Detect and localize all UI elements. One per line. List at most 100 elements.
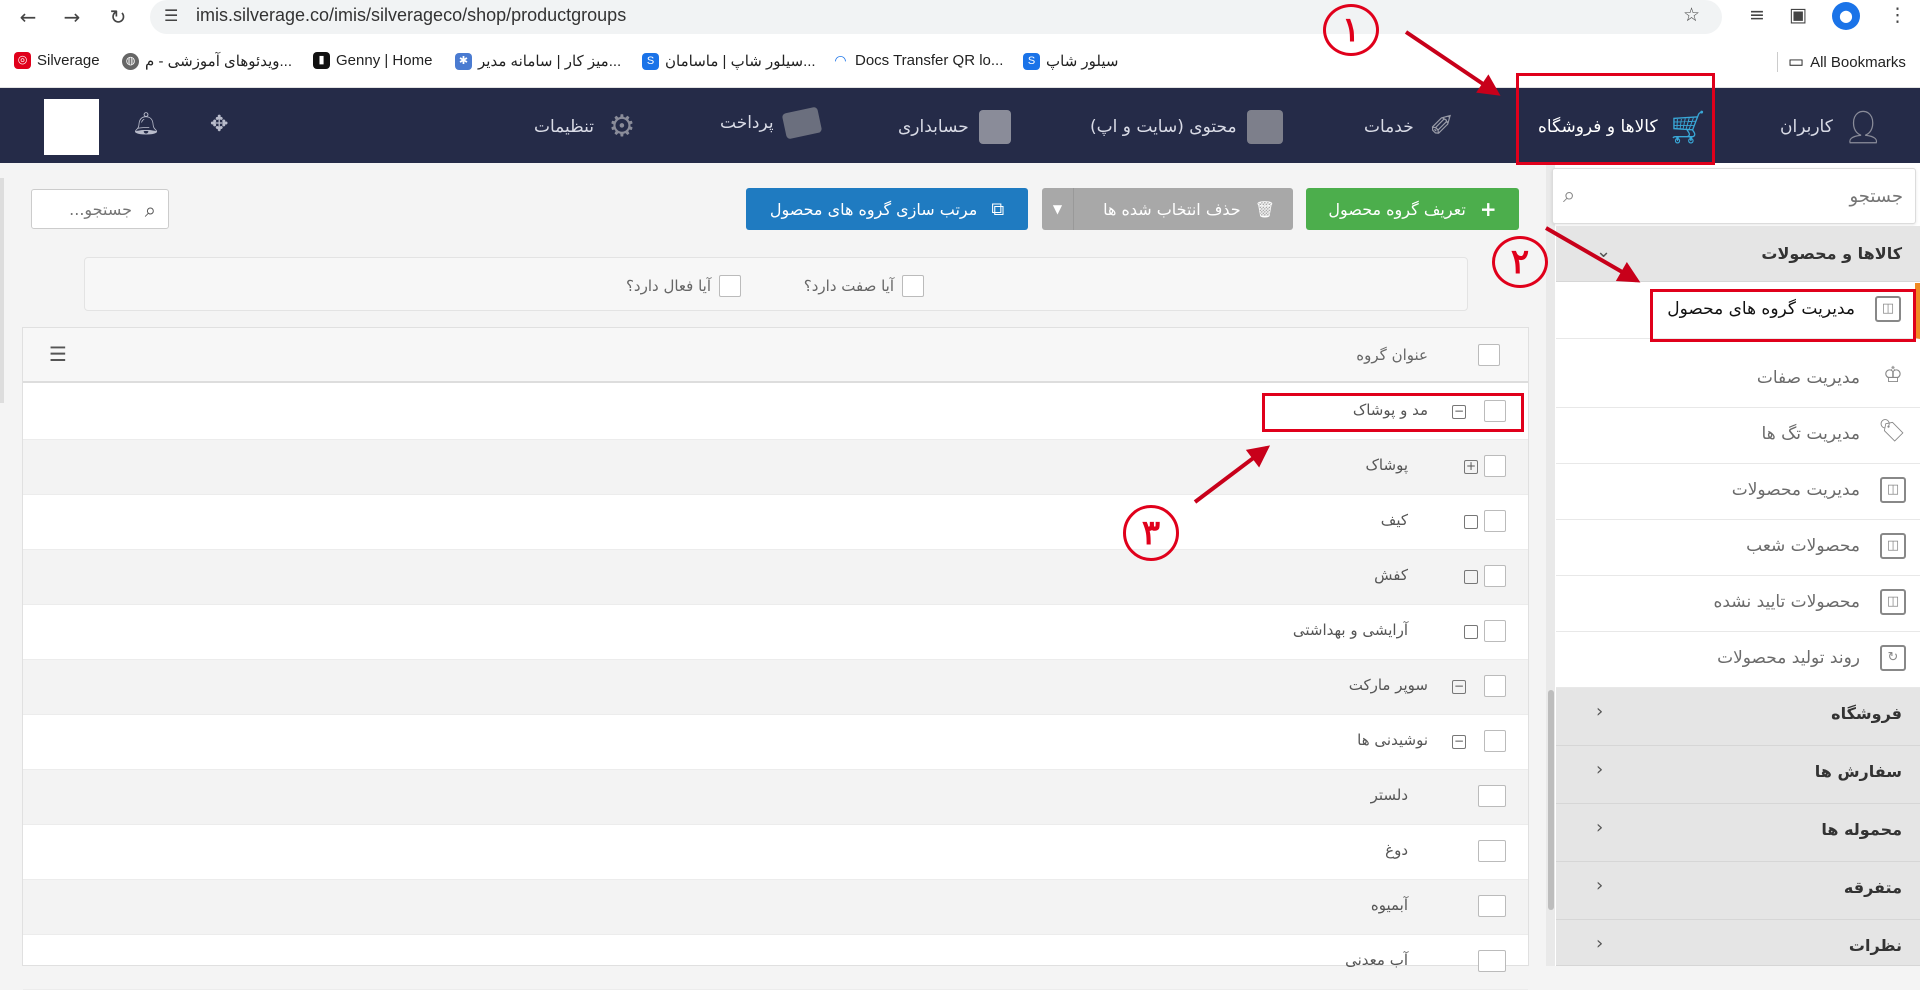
chevron-left-icon: ‹ [1596,759,1604,780]
table-row[interactable]: آبمیوه [23,880,1528,935]
section-label: سفارش ها [1814,762,1902,781]
bookmark-label: سیلور شاپ [1046,53,1119,70]
row-checkbox[interactable] [1478,840,1506,862]
add-group-button[interactable]: + تعریف گروه محصول [1306,188,1519,230]
sidebar-section-products[interactable]: کالاها و محصولات ⌄ [1556,226,1920,282]
delete-selected-button[interactable]: 🗑︎ حذف انتخاب شده ها ▼ [1042,188,1293,230]
profile-avatar[interactable]: ● [1832,2,1860,30]
silverage-logo-icon: ◎ [14,52,31,69]
sidebar-section-shop[interactable]: فروشگاه ‹ [1556,688,1920,746]
nav-payment[interactable]: پرداخت [720,106,822,140]
table-row[interactable]: آرایشی و بهداشتی [23,605,1528,660]
shop-icon: S [642,52,659,70]
nav-users[interactable]: کاربران 👤︎ [1780,108,1884,146]
sidepanel-icon[interactable]: ▣ [1789,4,1807,26]
folder-icon: ▭ [1788,52,1805,71]
table-row[interactable]: − نوشیدنی ها [23,715,1528,770]
nav-label: خدمات [1364,117,1414,137]
bookmark-label: Silverage [37,52,100,69]
table-row[interactable]: کیف [23,495,1528,550]
star-icon[interactable]: ☆ [1683,4,1700,26]
table-row[interactable]: دوغ [23,825,1528,880]
table-row[interactable]: دلستر [23,770,1528,825]
nav-services[interactable]: خدمات ✐ [1364,110,1460,144]
collapse-icon[interactable]: − [1452,735,1466,749]
sidebar-item-unapproved-products[interactable]: ◫ محصولات تایید نشده [1556,576,1920,632]
sidebar-section-comments[interactable]: نظرات ‹ [1556,920,1920,966]
app-icon: ✱ [455,52,472,70]
main-search[interactable]: ⌕ [31,189,169,229]
sidebar-search[interactable]: ⌕ [1552,168,1916,224]
row-checkbox[interactable] [1484,565,1506,587]
media-icon[interactable]: ≡ [1749,4,1765,26]
bookmark-silvershop[interactable]: S سیلور شاپ [1023,52,1118,70]
filter-has-attribute[interactable]: آیا صفت دارد؟ [804,275,924,297]
reload-icon[interactable]: ↻ [104,6,132,28]
sidebar-section-shipments[interactable]: محموله ها ‹ [1556,804,1920,862]
group-title: کفش [1374,566,1408,584]
sidebar-scrollbar-thumb[interactable] [1548,690,1554,910]
sidebar-item-products[interactable]: ◫ مدیریت محصولات [1556,464,1920,520]
leaf-icon [1464,570,1478,584]
sidebar-item-branch-products[interactable]: ◫ محصولات شعب [1556,520,1920,576]
dropdown-caret-icon[interactable]: ▼ [1042,188,1074,230]
group-title: آب معدنی [1345,951,1408,969]
nav-content[interactable]: محتوی (سایت و اپ) [1090,110,1283,144]
forward-icon[interactable]: → [58,6,86,28]
list-icon[interactable]: ☰ [49,342,67,366]
sidebar-item-label: مدیریت صفات [1756,368,1860,388]
sidebar-section-orders[interactable]: سفارش ها ‹ [1556,746,1920,804]
card-icon [781,106,822,140]
select-all-checkbox[interactable] [1478,344,1500,366]
bookmark-label: ویدئوهای آموزشی - م... [145,53,293,70]
bell-icon[interactable]: 🔔︎ [132,112,160,137]
all-bookmarks[interactable]: ▭ All Bookmarks [1777,52,1906,72]
sidebar-section-misc[interactable]: متفرقه ‹ [1556,862,1920,920]
row-checkbox[interactable] [1484,675,1506,697]
expand-icon[interactable]: + [1464,460,1478,474]
bookmark-silverage[interactable]: ◎ Silverage [14,52,100,69]
nav-accounting[interactable]: حسابداری [898,110,1011,144]
bookmark-workspace[interactable]: ✱ میز کار | سامانه مدیر... [455,52,621,70]
site-settings-icon[interactable]: ☰ [164,6,178,25]
move-icon[interactable]: ✥ [210,112,228,137]
checkbox[interactable] [719,275,741,297]
sidebar-item-tags[interactable]: 🏷︎ مدیریت تگ ها [1556,408,1920,464]
row-checkbox[interactable] [1484,730,1506,752]
sidebar-search-input[interactable] [1593,169,1903,223]
sort-groups-button[interactable]: ⧉ مرتب سازی گروه های محصول [746,188,1028,230]
logo-placeholder [44,99,99,155]
row-checkbox[interactable] [1478,895,1506,917]
bookmark-genny[interactable]: ▮ Genny | Home [313,52,432,69]
table-row[interactable]: آب معدنی [23,935,1528,990]
box-icon: ◫ [1880,589,1906,615]
users-icon: 👤︎ [1842,108,1884,146]
sidebar-item-production-flow[interactable]: ↻ روند تولید محصولات [1556,632,1920,688]
table-row[interactable]: کفش [23,550,1528,605]
table-row[interactable]: + پوشاک [23,440,1528,495]
nav-settings[interactable]: تنظیمات ⚙ [534,110,640,144]
sidebar-item-label: محصولات شعب [1746,536,1860,556]
menu-icon[interactable]: ⋮ [1888,4,1907,26]
main-search-input[interactable] [32,190,132,228]
row-checkbox[interactable] [1478,785,1506,807]
bookmark-videos[interactable]: ◍ ویدئوهای آموزشی - م... [122,52,292,70]
bookmark-label: Genny | Home [336,52,433,69]
sidebar-item-attributes[interactable]: ♔ مدیریت صفات [1556,352,1920,408]
row-checkbox[interactable] [1484,620,1506,642]
back-icon[interactable]: ← [14,6,42,28]
table-row[interactable]: − سوپر مارکت [23,660,1528,715]
checkbox[interactable] [902,275,924,297]
crown-icon: ♔ [1883,363,1903,388]
filter-bar: آیا صفت دارد؟ آیا فعال دارد؟ [84,257,1468,311]
bookmark-silvershop-masaman[interactable]: S سیلور شاپ | ماسامان... [642,52,816,70]
sitemap-icon: ⧉ [991,198,1005,220]
collapse-icon[interactable]: − [1452,680,1466,694]
bookmark-docs-transfer[interactable]: ◠ Docs Transfer QR lo... [832,52,1003,69]
group-title: آبمیوه [1370,896,1408,914]
row-checkbox[interactable] [1484,510,1506,532]
filter-is-active[interactable]: آیا فعال دارد؟ [626,275,741,297]
nav-label: حسابداری [898,117,969,137]
row-checkbox[interactable] [1484,455,1506,477]
row-checkbox[interactable] [1478,950,1506,972]
